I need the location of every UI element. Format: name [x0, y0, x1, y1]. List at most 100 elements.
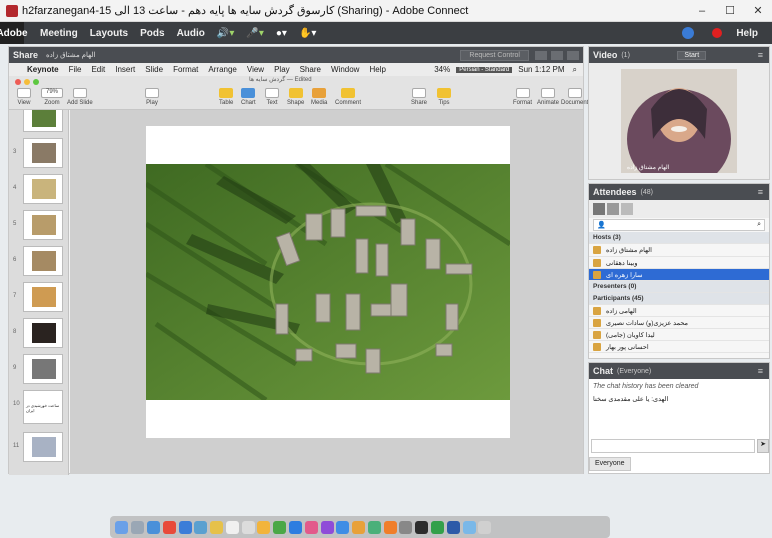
attendee-row[interactable]: الهامی زاده: [589, 305, 769, 317]
raise-hand-icon[interactable]: ✋▾: [299, 28, 316, 39]
minimize-button[interactable]: –: [688, 5, 716, 17]
play-button[interactable]: Play: [145, 88, 159, 106]
slide-thumbnail[interactable]: 5: [13, 210, 63, 240]
chat-pod-menu-icon[interactable]: ≡: [758, 366, 763, 376]
launchpad-icon[interactable]: [131, 520, 145, 534]
maximize-button[interactable]: ☐: [716, 4, 744, 17]
reminders-icon[interactable]: [241, 520, 255, 534]
numbers-icon[interactable]: [367, 520, 381, 534]
attendee-row[interactable]: لیدا کاویان (جامی): [589, 329, 769, 341]
notes-icon[interactable]: [210, 520, 224, 534]
terminal-icon[interactable]: [415, 520, 429, 534]
table-button[interactable]: Table: [219, 88, 233, 106]
media-button[interactable]: Media: [311, 88, 327, 106]
chrome-icon[interactable]: [162, 520, 176, 534]
document-button[interactable]: Document: [561, 88, 588, 106]
mac-menu-slide[interactable]: Slide: [145, 65, 163, 74]
podcasts-icon[interactable]: [320, 520, 334, 534]
mac-menu-share[interactable]: Share: [300, 65, 321, 74]
hosts-section[interactable]: Hosts (3): [589, 232, 769, 244]
view-button[interactable]: View: [17, 88, 31, 106]
mac-menu-view[interactable]: View: [247, 65, 264, 74]
mac-menu-arrange[interactable]: Arrange: [208, 65, 236, 74]
attendee-row[interactable]: وبینا دهقانی: [589, 257, 769, 269]
menu-layouts[interactable]: Layouts: [90, 28, 128, 39]
trash-icon[interactable]: [478, 520, 492, 534]
mac-menu-edit[interactable]: Edit: [91, 65, 105, 74]
start-webcam-button[interactable]: Start: [677, 50, 707, 60]
finder-icon[interactable]: [115, 520, 129, 534]
grid-view-icon[interactable]: [607, 203, 619, 215]
close-dot-icon[interactable]: [15, 79, 21, 85]
input-source[interactable]: Persian - Standard: [456, 66, 513, 73]
excel-icon[interactable]: [431, 520, 445, 534]
mac-menu-help[interactable]: Help: [369, 65, 385, 74]
slide-thumbnail[interactable]: 10 ساعت خورشیدی در ایران: [13, 390, 63, 424]
mac-menu-file[interactable]: File: [69, 65, 82, 74]
video-pod-menu-icon[interactable]: ≡: [758, 50, 763, 60]
facetime-icon[interactable]: [288, 520, 302, 534]
slide-thumbnail[interactable]: 9: [13, 354, 63, 384]
word-icon[interactable]: [446, 520, 460, 534]
status-icon[interactable]: [682, 27, 694, 39]
slide-thumbnail[interactable]: 6: [13, 246, 63, 276]
mac-menu-play[interactable]: Play: [274, 65, 290, 74]
slide-thumbnail[interactable]: [23, 110, 63, 132]
participants-section[interactable]: Participants (45): [589, 293, 769, 305]
downloads-folder-icon[interactable]: [462, 520, 476, 534]
photos-icon[interactable]: [257, 520, 271, 534]
mac-menu-app[interactable]: Keynote: [27, 65, 59, 74]
mac-menu-format[interactable]: Format: [173, 65, 198, 74]
maps-icon[interactable]: [194, 520, 208, 534]
chat-tab-everyone[interactable]: Everyone: [589, 457, 631, 471]
search-icon[interactable]: ⌕: [757, 221, 761, 229]
microphone-icon[interactable]: 🎤▾: [246, 28, 263, 39]
animate-button[interactable]: Animate: [537, 88, 559, 106]
attendee-search-input[interactable]: 👤 ⌕: [593, 219, 765, 231]
comment-button[interactable]: Comment: [335, 88, 361, 106]
shape-button[interactable]: Shape: [287, 88, 304, 106]
slide-canvas[interactable]: [70, 110, 610, 538]
messages-icon[interactable]: [273, 520, 287, 534]
chat-input[interactable]: [591, 439, 755, 453]
menu-audio[interactable]: Audio: [177, 28, 205, 39]
pages-icon[interactable]: [383, 520, 397, 534]
menu-pods[interactable]: Pods: [140, 28, 164, 39]
mail-icon[interactable]: [178, 520, 192, 534]
attendee-row[interactable]: الهام مشتاق زاده: [589, 244, 769, 257]
attendee-row-selected[interactable]: سارا زهره ای: [589, 269, 769, 281]
slide-thumbnail[interactable]: 8: [13, 318, 63, 348]
pod-menu-icon[interactable]: [567, 50, 579, 60]
zoom-dot-icon[interactable]: [33, 79, 39, 85]
presenters-section[interactable]: Presenters (0): [589, 281, 769, 293]
add-slide-button[interactable]: Add Slide: [67, 88, 93, 106]
fullscreen-icon[interactable]: [535, 50, 547, 60]
settings-icon[interactable]: [399, 520, 413, 534]
tips-button[interactable]: Tips: [437, 88, 451, 106]
record-icon[interactable]: [712, 28, 722, 38]
spotlight-icon[interactable]: ⌕: [573, 65, 577, 75]
calendar-icon[interactable]: [225, 520, 239, 534]
format-button[interactable]: Format: [513, 88, 532, 106]
text-button[interactable]: Text: [265, 88, 279, 106]
webcam-icon[interactable]: ●▾: [276, 28, 287, 39]
zoom-button[interactable]: 79% Zoom: [41, 88, 63, 106]
menu-meeting[interactable]: Meeting: [40, 28, 78, 39]
share-button[interactable]: Share: [411, 88, 427, 106]
request-control-button[interactable]: Request Control: [460, 49, 529, 61]
chart-button[interactable]: Chart: [241, 88, 256, 106]
music-icon[interactable]: [304, 520, 318, 534]
slide-thumbnail[interactable]: 4: [13, 174, 63, 204]
mac-menu-insert[interactable]: Insert: [115, 65, 135, 74]
attendees-pod-menu-icon[interactable]: ≡: [758, 187, 763, 197]
list-view-icon[interactable]: [593, 203, 605, 215]
slide-thumbnail[interactable]: 7: [13, 282, 63, 312]
keynote-icon[interactable]: [352, 520, 366, 534]
sort-icon[interactable]: [621, 203, 633, 215]
slide-thumbnail[interactable]: 11: [13, 432, 63, 462]
minimize-dot-icon[interactable]: [24, 79, 30, 85]
layout-icon[interactable]: [551, 50, 563, 60]
attendee-row[interactable]: احسانی پور بهار: [589, 341, 769, 353]
help-menu[interactable]: Help: [736, 28, 758, 39]
send-message-button[interactable]: ➤: [757, 439, 769, 453]
